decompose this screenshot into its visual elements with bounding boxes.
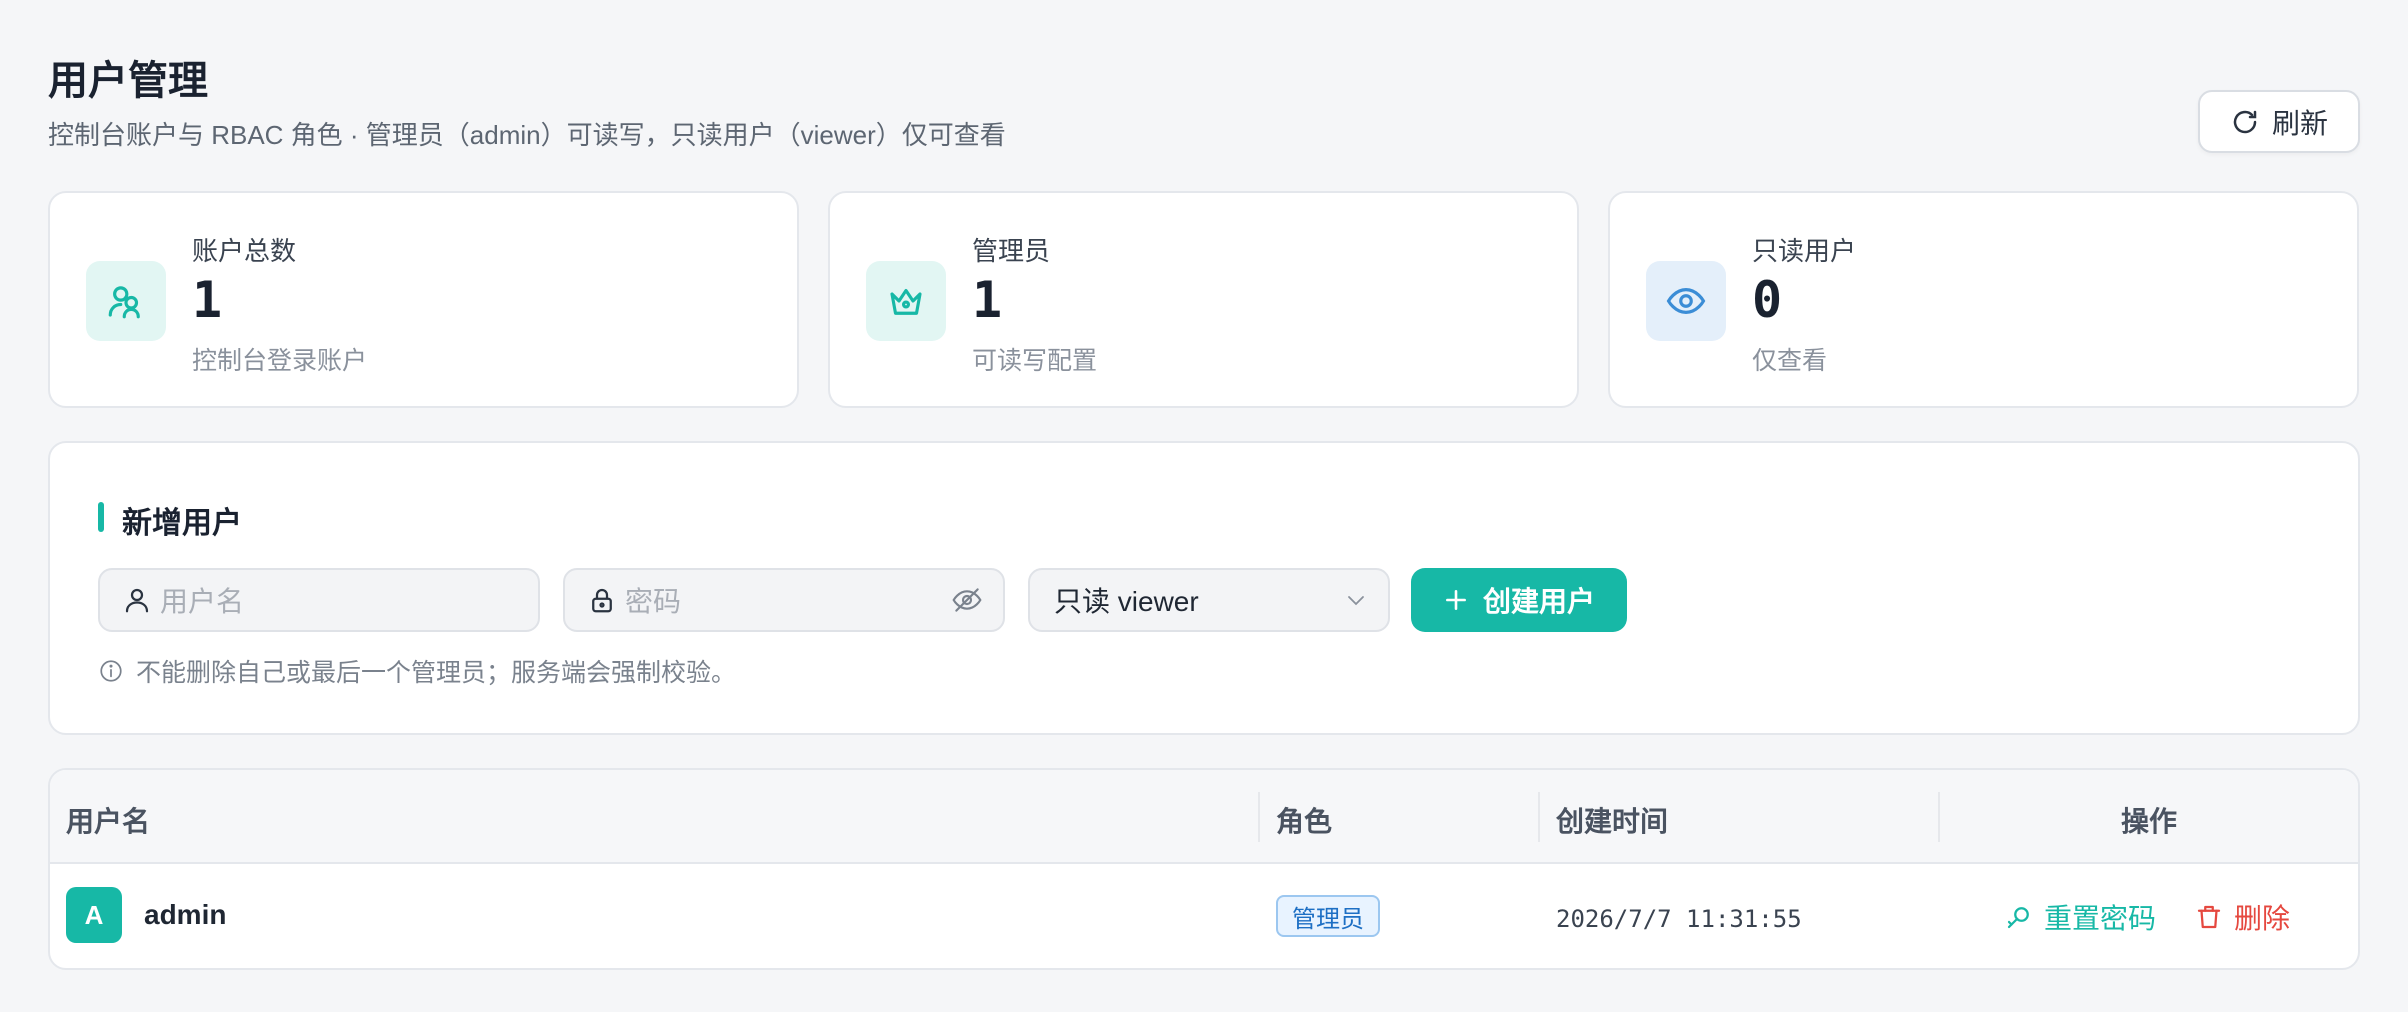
create-user-button[interactable]: 创建用户 — [1411, 568, 1627, 632]
stat-icon-box — [866, 261, 946, 341]
column-divider — [1538, 792, 1540, 842]
column-divider — [1258, 792, 1260, 842]
column-header-actions: 操作 — [2121, 806, 2178, 837]
info-icon — [100, 660, 122, 682]
crown-icon — [890, 288, 922, 315]
refresh-label: 刷新 — [2271, 107, 2328, 139]
column-header-created: 创建时间 — [1556, 806, 1669, 837]
page-title: 用户管理 — [48, 59, 208, 103]
user-management-page: 用户管理 控制台账户与 RBAC 角色 · 管理员（admin）可读写，只读用户… — [0, 0, 2408, 1012]
create-user-label: 创建用户 — [1482, 586, 1595, 617]
stat-icon-box — [1646, 261, 1726, 341]
new-user-panel: 新增用户 用户名 密码 只读 viewer 创建用户 不能删除自己或最后一个管理… — [48, 441, 2360, 735]
stat-value: 1 — [192, 271, 223, 329]
stat-icon-box — [86, 261, 166, 341]
stat-desc: 控制台登录账户 — [192, 347, 368, 375]
reset-password-label: 重置密码 — [2044, 903, 2157, 934]
delete-label: 删除 — [2234, 903, 2291, 934]
user-icon — [125, 588, 149, 613]
stat-label: 只读用户 — [1752, 236, 1857, 266]
chevron-down-icon — [1348, 596, 1364, 606]
username-input[interactable]: 用户名 — [98, 568, 540, 632]
stat-desc: 可读写配置 — [972, 347, 1098, 375]
stat-value: 1 — [972, 271, 1003, 329]
stat-label: 管理员 — [972, 236, 1051, 266]
password-placeholder: 密码 — [625, 586, 682, 617]
column-divider — [1938, 792, 1940, 842]
delete-button[interactable]: 删除 — [2194, 897, 2290, 937]
stat-card-total: 账户总数 1 控制台登录账户 — [48, 191, 799, 408]
role-badge: 管理员 — [1276, 895, 1380, 937]
username-placeholder: 用户名 — [160, 586, 245, 617]
stat-label: 账户总数 — [192, 236, 297, 266]
refresh-button[interactable]: 刷新 — [2198, 90, 2360, 153]
hint-text: 不能删除自己或最后一个管理员；服务端会强制校验。 — [98, 653, 736, 689]
plus-icon — [1446, 590, 1466, 610]
role-select-value: 只读 viewer — [1054, 586, 1199, 617]
table-row: A admin 管理员 2026/7/7 11:31:55 重置密码 删除 — [50, 864, 2358, 968]
avatar: A — [66, 887, 122, 943]
stat-card-viewer: 只读用户 0 仅查看 — [1608, 191, 2359, 408]
stat-value: 0 — [1752, 271, 1783, 329]
eye-icon — [1666, 288, 1706, 314]
key-search-icon — [2007, 907, 2029, 929]
hint-label: 不能删除自己或最后一个管理员；服务端会强制校验。 — [136, 659, 737, 687]
refresh-icon — [2233, 110, 2257, 133]
username-cell: admin — [144, 899, 227, 930]
trash-icon — [2197, 905, 2221, 929]
password-input[interactable]: 密码 — [563, 568, 1005, 632]
role-select[interactable]: 只读 viewer — [1028, 568, 1390, 632]
reset-password-button[interactable]: 重置密码 — [2004, 897, 2156, 937]
users-icon — [108, 286, 140, 319]
stat-card-admin: 管理员 1 可读写配置 — [828, 191, 1579, 408]
column-header-role: 角色 — [1276, 806, 1333, 837]
users-table: 用户名 角色 创建时间 操作 A admin 管理员 2026/7/7 11:3… — [48, 768, 2360, 970]
table-header: 用户名 角色 创建时间 操作 — [50, 770, 2358, 864]
page-subtitle: 控制台账户与 RBAC 角色 · 管理员（admin）可读写，只读用户（view… — [48, 120, 1006, 150]
column-header-username: 用户名 — [66, 806, 151, 837]
created-time-cell: 2026/7/7 11:31:55 — [1556, 905, 1802, 933]
panel-title: 新增用户 — [98, 498, 242, 542]
lock-icon — [592, 588, 612, 613]
eye-off-icon[interactable] — [951, 584, 983, 616]
stat-desc: 仅查看 — [1752, 347, 1828, 375]
